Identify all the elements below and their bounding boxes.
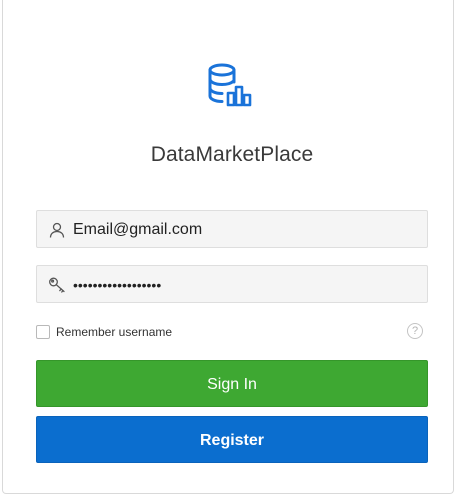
key-icon	[49, 277, 65, 293]
remember-checkbox[interactable]	[36, 325, 50, 339]
app-title: DataMarketPlace	[150, 143, 314, 166]
database-chart-icon	[208, 63, 252, 107]
password-value[interactable]: ••••••••••••••••••	[73, 266, 161, 304]
password-field[interactable]: ••••••••••••••••••	[36, 265, 428, 303]
user-icon	[49, 222, 65, 238]
remember-username[interactable]: Remember username	[36, 323, 172, 341]
username-field[interactable]: Email@gmail.com	[36, 210, 428, 248]
login-card: DataMarketPlace Email@gmail.com ••••••••…	[2, 0, 454, 494]
register-button[interactable]: Register	[36, 416, 428, 463]
sign-in-button[interactable]: Sign In	[36, 360, 428, 407]
remember-label[interactable]: Remember username	[56, 325, 172, 339]
username-value[interactable]: Email@gmail.com	[73, 211, 202, 249]
help-icon[interactable]: ?	[407, 323, 423, 339]
